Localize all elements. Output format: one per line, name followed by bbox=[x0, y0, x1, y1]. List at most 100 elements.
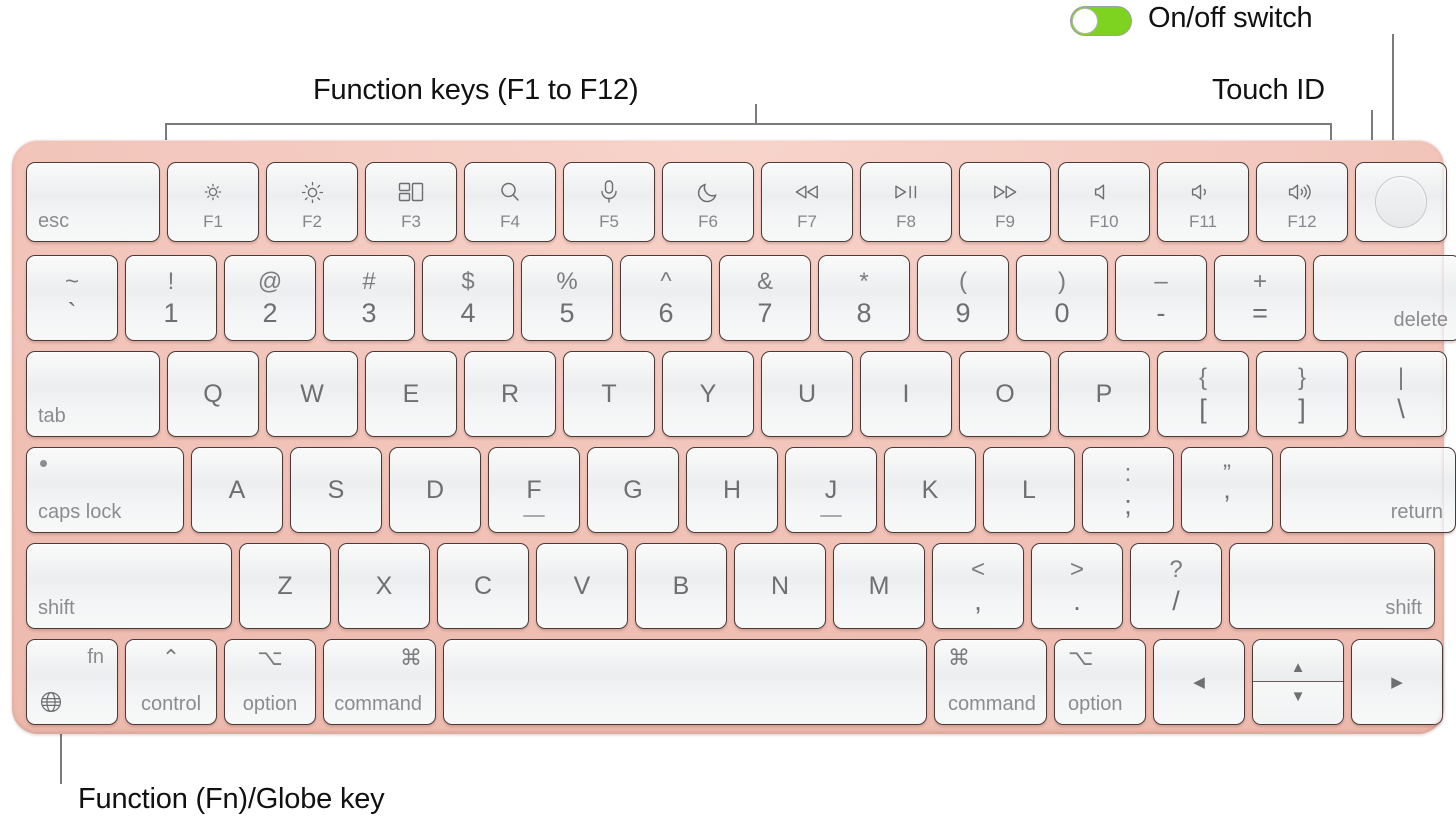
key-legend: S bbox=[327, 475, 345, 504]
key-8[interactable]: * 8 bbox=[818, 255, 910, 341]
key-y[interactable]: Y bbox=[662, 351, 754, 437]
key-period[interactable]: >. bbox=[1031, 543, 1123, 629]
key-spacebar[interactable] bbox=[443, 639, 927, 725]
arrow-up-icon[interactable]: ▲ bbox=[1253, 640, 1343, 682]
key-s[interactable]: S bbox=[290, 447, 382, 533]
key-f12[interactable]: F12 bbox=[1256, 162, 1348, 242]
key-shift-left[interactable]: shift bbox=[26, 543, 232, 629]
key-fn-globe[interactable]: fn bbox=[26, 639, 118, 725]
key-lower: 8 bbox=[856, 297, 872, 328]
touch-id-icon bbox=[1375, 176, 1427, 228]
key-f9[interactable]: F9 bbox=[959, 162, 1051, 242]
key-p[interactable]: P bbox=[1058, 351, 1150, 437]
key-legend: M bbox=[868, 571, 890, 600]
key-f[interactable]: F bbox=[488, 447, 580, 533]
key-upper: } bbox=[1297, 363, 1306, 391]
key-quote[interactable]: ”’ bbox=[1181, 447, 1273, 533]
key-f2[interactable]: F2 bbox=[266, 162, 358, 242]
key-a[interactable]: A bbox=[191, 447, 283, 533]
key-lower: \ bbox=[1397, 393, 1405, 424]
key-label: shift bbox=[1385, 597, 1422, 619]
key-lower: [ bbox=[1199, 393, 1207, 424]
key-option-left[interactable]: ⌥ option bbox=[224, 639, 316, 725]
key-bracket-right[interactable]: }] bbox=[1256, 351, 1348, 437]
key-2[interactable]: @2 bbox=[224, 255, 316, 341]
key-f10[interactable]: F10 bbox=[1058, 162, 1150, 242]
key-command-right[interactable]: ⌘ command bbox=[934, 639, 1047, 725]
key-f8[interactable]: F8 bbox=[860, 162, 952, 242]
key-0[interactable]: ) 0 bbox=[1016, 255, 1108, 341]
play-pause-icon bbox=[861, 177, 951, 207]
key-esc[interactable]: esc bbox=[26, 162, 160, 242]
key-bracket-left[interactable]: {[ bbox=[1157, 351, 1249, 437]
key-j[interactable]: J bbox=[785, 447, 877, 533]
key-f6[interactable]: F6 bbox=[662, 162, 754, 242]
key-d[interactable]: D bbox=[389, 447, 481, 533]
key-legend: F bbox=[526, 475, 542, 504]
key-q[interactable]: Q bbox=[167, 351, 259, 437]
key-5[interactable]: % 5 bbox=[521, 255, 613, 341]
key-w[interactable]: W bbox=[266, 351, 358, 437]
key-f5[interactable]: F5 bbox=[563, 162, 655, 242]
key-caps-lock[interactable]: caps lock bbox=[26, 447, 184, 533]
key-x[interactable]: X bbox=[338, 543, 430, 629]
key-f3[interactable]: F3 bbox=[365, 162, 457, 242]
key-g[interactable]: G bbox=[587, 447, 679, 533]
key-h[interactable]: H bbox=[686, 447, 778, 533]
key-1[interactable]: ! 1 bbox=[125, 255, 217, 341]
on-off-switch-toggle[interactable] bbox=[1070, 6, 1132, 36]
key-k[interactable]: K bbox=[884, 447, 976, 533]
key-7[interactable]: & 7 bbox=[719, 255, 811, 341]
key-hyphen[interactable]: – - bbox=[1115, 255, 1207, 341]
key-f11[interactable]: F11 bbox=[1157, 162, 1249, 242]
key-delete[interactable]: delete bbox=[1313, 255, 1456, 341]
key-r[interactable]: R bbox=[464, 351, 556, 437]
key-f7[interactable]: F7 bbox=[761, 162, 853, 242]
key-upper: : bbox=[1124, 459, 1132, 487]
key-return[interactable]: return bbox=[1280, 447, 1456, 533]
key-n[interactable]: N bbox=[734, 543, 826, 629]
key-f1[interactable]: F1 bbox=[167, 162, 259, 242]
key-3[interactable]: #3 bbox=[323, 255, 415, 341]
key-l[interactable]: L bbox=[983, 447, 1075, 533]
key-slash[interactable]: ? / bbox=[1130, 543, 1222, 629]
key-label: return bbox=[1390, 501, 1443, 523]
key-equals[interactable]: + = bbox=[1214, 255, 1306, 341]
key-backslash[interactable]: | \ bbox=[1355, 351, 1447, 437]
key-i[interactable]: I bbox=[860, 351, 952, 437]
arrow-down-icon[interactable]: ▼ bbox=[1253, 682, 1343, 724]
key-label: control bbox=[140, 693, 202, 715]
key-6[interactable]: ^ 6 bbox=[620, 255, 712, 341]
key-legend: R bbox=[500, 379, 520, 408]
key-m[interactable]: M bbox=[833, 543, 925, 629]
key-fnum: F4 bbox=[500, 212, 520, 231]
key-f4[interactable]: F4 bbox=[464, 162, 556, 242]
key-arrow-right[interactable]: ▶ bbox=[1351, 639, 1443, 725]
key-v[interactable]: V bbox=[536, 543, 628, 629]
key-legend: D bbox=[425, 475, 445, 504]
key-4[interactable]: $4 bbox=[422, 255, 514, 341]
key-e[interactable]: E bbox=[365, 351, 457, 437]
key-9[interactable]: (9 bbox=[917, 255, 1009, 341]
volume-up-icon bbox=[1257, 177, 1347, 207]
key-upper: * bbox=[859, 267, 869, 295]
key-c[interactable]: C bbox=[437, 543, 529, 629]
key-shift-right[interactable]: shift bbox=[1229, 543, 1435, 629]
key-arrow-left[interactable]: ◀ bbox=[1153, 639, 1245, 725]
key-tab[interactable]: tab bbox=[26, 351, 160, 437]
key-arrow-updown[interactable]: ▲ ▼ bbox=[1252, 639, 1344, 725]
key-touch-id[interactable] bbox=[1355, 162, 1447, 242]
key-command-left[interactable]: ⌘ command bbox=[323, 639, 436, 725]
key-u[interactable]: U bbox=[761, 351, 853, 437]
key-semicolon[interactable]: :; bbox=[1082, 447, 1174, 533]
key-fnum: F7 bbox=[797, 212, 817, 231]
key-backtick[interactable]: ~ ` bbox=[26, 255, 118, 341]
key-z[interactable]: Z bbox=[239, 543, 331, 629]
key-t[interactable]: T bbox=[563, 351, 655, 437]
key-o[interactable]: O bbox=[959, 351, 1051, 437]
key-comma[interactable]: <, bbox=[932, 543, 1024, 629]
key-control-left[interactable]: ⌃ control bbox=[125, 639, 217, 725]
key-b[interactable]: B bbox=[635, 543, 727, 629]
key-legend: U bbox=[797, 379, 817, 408]
key-option-right[interactable]: ⌥ option bbox=[1054, 639, 1146, 725]
